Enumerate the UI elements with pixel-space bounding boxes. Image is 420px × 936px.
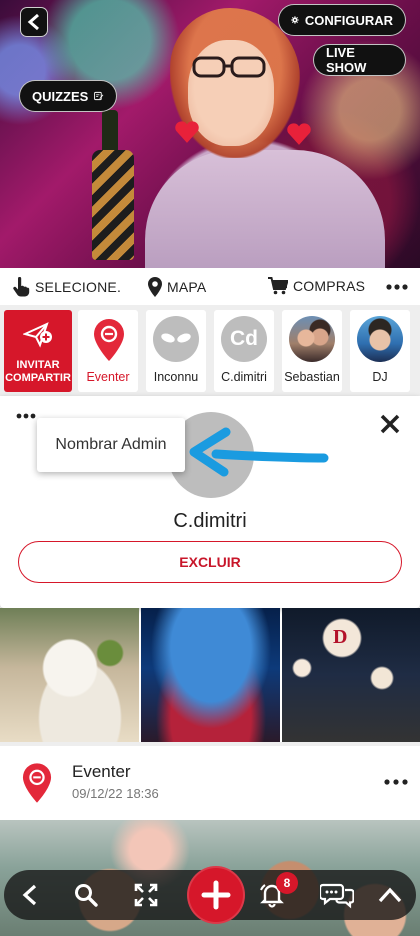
eventer-pin-icon — [94, 319, 124, 361]
panel-more-dots-icon[interactable] — [16, 413, 36, 419]
configure-button[interactable]: CONFIGURAR — [278, 4, 406, 36]
shop-label: COMPRAS — [293, 278, 366, 294]
participant-card[interactable]: Cd C.dimitri — [214, 310, 274, 392]
avatar — [357, 316, 403, 362]
make-admin-label: Nombrar Admin — [55, 436, 167, 453]
lantern-letter-logo: D — [333, 626, 348, 648]
search-icon — [75, 884, 98, 907]
pointer-arrow-icon — [189, 427, 329, 477]
make-admin-menu-item[interactable]: Nombrar Admin — [37, 418, 185, 472]
select-action[interactable]: SELECIONE. — [12, 277, 121, 297]
edit-note-icon — [94, 91, 104, 101]
avatar — [289, 316, 335, 362]
chevron-left-icon — [22, 884, 37, 906]
hand-pointer-icon — [13, 277, 30, 297]
expand-icon — [134, 883, 158, 907]
chat-bubbles-icon — [320, 883, 354, 909]
participant-card[interactable]: DJ — [350, 310, 410, 392]
avatar: Cd — [221, 316, 267, 362]
participant-card[interactable]: Sebastian — [282, 310, 342, 392]
invite-label: INVITAR — [16, 359, 60, 371]
avatar-initials: Cd — [230, 327, 258, 350]
share-label: COMPARTIR — [5, 372, 71, 384]
quizzes-label: QUIZZES — [32, 88, 89, 104]
configure-label: CONFIGURAR — [304, 12, 393, 28]
map-action[interactable]: MAPA — [148, 277, 206, 297]
participant-label: C.dimitri — [221, 370, 267, 384]
notifications-badge: 8 — [276, 872, 298, 894]
gallery-photo[interactable] — [141, 608, 280, 742]
participant-label: Sebastian — [284, 370, 340, 384]
gear-icon — [291, 16, 299, 24]
live-show-label: LIVE SHOW — [326, 45, 367, 75]
more-dots-icon — [386, 284, 408, 290]
chevron-up-icon — [378, 887, 402, 903]
gallery-photo[interactable]: D — [282, 608, 420, 742]
participant-card[interactable]: Eventer — [78, 310, 138, 392]
post-author: Eventer — [72, 762, 131, 781]
eventer-pin-icon — [22, 763, 52, 803]
glasses-shape — [192, 56, 266, 78]
map-pin-icon — [148, 277, 162, 297]
shop-action[interactable]: COMPRAS — [268, 277, 365, 295]
shopping-cart-icon — [268, 277, 288, 295]
participant-name: C.dimitri — [173, 510, 247, 532]
close-icon[interactable] — [380, 414, 400, 434]
map-label: MAPA — [167, 279, 207, 295]
heart-icon — [174, 120, 200, 144]
action-bar: SELECIONE. MAPA COMPRAS — [0, 268, 420, 306]
participant-label: Inconnu — [153, 370, 199, 384]
heart-icon — [286, 122, 312, 146]
nav-fullscreen-button[interactable] — [132, 881, 160, 909]
more-options-button[interactable] — [386, 284, 408, 290]
nav-chat-button[interactable] — [320, 881, 354, 909]
post-timestamp: 09/12/22 18:36 — [72, 786, 159, 801]
add-post-button[interactable] — [187, 866, 245, 924]
participant-label: DJ — [372, 370, 388, 384]
delete-label: EXCLUIR — [179, 554, 241, 570]
bottom-navigation — [4, 866, 416, 924]
avatar — [153, 316, 199, 362]
alien-icon — [161, 333, 191, 343]
chevron-left-icon — [27, 13, 39, 31]
nav-scroll-top-button[interactable] — [376, 881, 404, 909]
quizzes-button[interactable]: QUIZZES — [19, 80, 117, 112]
plus-icon — [201, 880, 231, 910]
live-show-button[interactable]: LIVE SHOW — [313, 44, 406, 76]
participant-label: Eventer — [86, 370, 130, 384]
invite-share-button[interactable]: INVITAR COMPARTIR — [4, 310, 72, 392]
bottle — [92, 150, 134, 260]
participant-card[interactable]: Inconnu — [146, 310, 206, 392]
select-label: SELECIONE. — [35, 279, 122, 295]
delete-button[interactable]: EXCLUIR — [18, 541, 402, 583]
hero-shirt — [145, 150, 385, 268]
bottle-neck — [102, 110, 118, 154]
gallery-photo[interactable] — [0, 608, 139, 742]
back-button[interactable] — [20, 7, 48, 37]
hero-photo — [0, 0, 420, 268]
post-more-dots-icon[interactable] — [384, 779, 408, 785]
nav-search-button[interactable] — [72, 881, 100, 909]
nav-back-button[interactable] — [16, 881, 44, 909]
send-plus-icon — [22, 322, 52, 348]
participants-strip: INVITAR COMPARTIR Eventer Inconnu Cd C.d… — [0, 306, 420, 396]
post-header: Eventer 09/12/22 18:36 — [0, 742, 420, 820]
